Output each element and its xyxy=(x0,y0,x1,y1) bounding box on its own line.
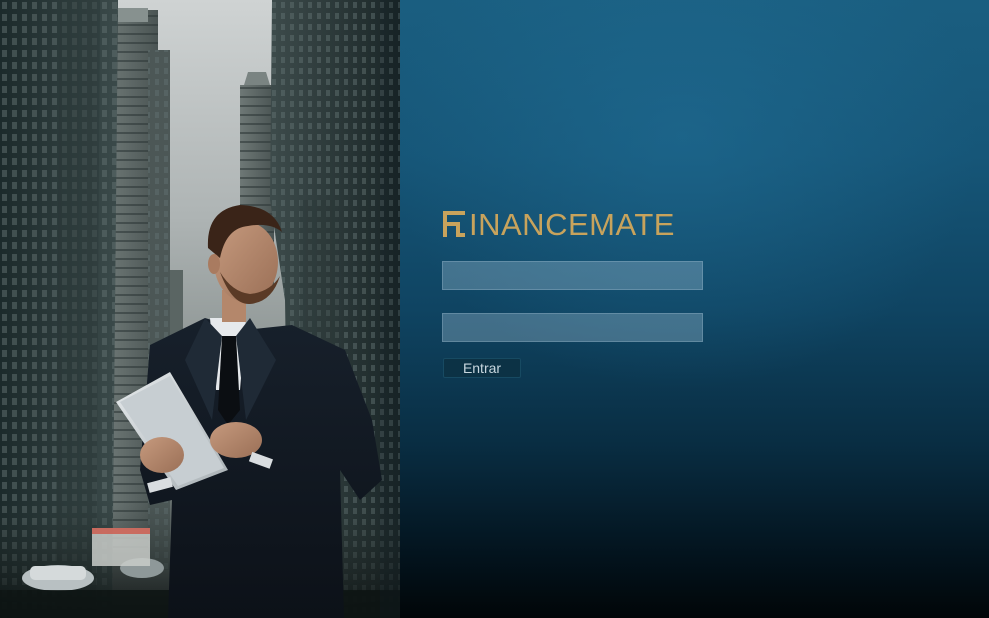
logo-text: INANCEMATE xyxy=(469,206,675,242)
login-panel: INANCEMATE Entrar xyxy=(400,0,989,618)
login-page: INANCEMATE Entrar xyxy=(0,0,989,618)
businessman-city-photo xyxy=(0,0,400,618)
hero-photo xyxy=(0,0,400,618)
username-input[interactable] xyxy=(442,261,703,290)
password-input[interactable] xyxy=(442,313,703,342)
entrar-button[interactable]: Entrar xyxy=(443,358,521,378)
financemate-logo: INANCEMATE xyxy=(442,206,704,242)
financemate-f-logo-icon xyxy=(443,211,465,237)
